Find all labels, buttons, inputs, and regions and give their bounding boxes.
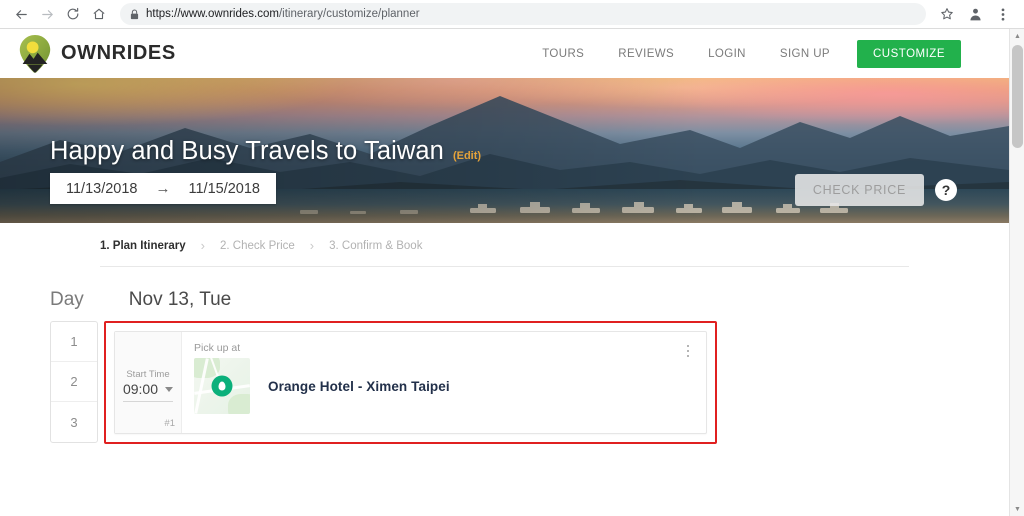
browser-actions xyxy=(934,1,1016,27)
reload-icon[interactable] xyxy=(60,1,86,27)
start-time-label: Start Time xyxy=(126,369,170,380)
map-thumbnail-icon[interactable] xyxy=(194,358,250,414)
url-path: /itinerary/customize/planner xyxy=(278,8,420,20)
brand-logo-link[interactable]: OWNRIDES xyxy=(18,34,176,73)
start-time-value[interactable]: 09:00 xyxy=(123,381,158,397)
stop-sequence-number: #1 xyxy=(164,418,175,429)
itinerary-planner: 1 2 3 Start Time 09:00 #1 Pick up at Ora… xyxy=(0,321,1009,444)
pickup-place-row: Orange Hotel - Ximen Taipei xyxy=(194,358,692,414)
chevron-right-icon: › xyxy=(309,238,315,253)
scrollbar-thumb[interactable] xyxy=(1012,45,1023,148)
hero-actions: CHECK PRICE ? xyxy=(794,174,957,206)
step-plan-itinerary[interactable]: 1. Plan Itinerary xyxy=(100,240,186,252)
nav-link-login[interactable]: LOGIN xyxy=(691,48,763,60)
chevron-right-icon: › xyxy=(200,238,205,253)
home-icon[interactable] xyxy=(86,1,112,27)
day-selector: 1 2 3 xyxy=(50,321,98,443)
date-range-arrow-icon: → xyxy=(155,180,171,197)
brand-name: OWNRIDES xyxy=(61,42,176,64)
location-pin-icon xyxy=(211,375,233,397)
step-confirm-book[interactable]: 3. Confirm & Book xyxy=(329,240,422,252)
trip-date-range[interactable]: 11/13/2018 → 11/15/2018 xyxy=(50,173,276,204)
day-date: Nov 13, Tue xyxy=(128,289,232,310)
kebab-menu-icon[interactable] xyxy=(680,341,696,361)
lock-icon xyxy=(130,9,139,20)
customize-button[interactable]: CUSTOMIZE xyxy=(856,39,961,68)
scroll-up-arrow-icon[interactable]: ▲ xyxy=(1010,29,1024,43)
day-cell-2[interactable]: 2 xyxy=(51,362,97,402)
nav-link-tours[interactable]: TOURS xyxy=(525,48,601,60)
trip-end-date[interactable]: 11/15/2018 xyxy=(189,181,261,197)
hero-banner: Happy and Busy Travels to Taiwan (Edit) … xyxy=(0,78,1009,223)
address-bar[interactable]: https://www.ownrides.com/itinerary/custo… xyxy=(120,3,926,25)
step-check-price[interactable]: 2. Check Price xyxy=(220,240,295,252)
progress-stepper-wrap: 1. Plan Itinerary › 2. Check Price › 3. … xyxy=(0,223,1009,267)
day-cell-1[interactable]: 1 xyxy=(51,322,97,362)
planner-row: 1 2 3 Start Time 09:00 #1 Pick up at Ora… xyxy=(50,321,1009,444)
caret-down-icon[interactable] xyxy=(165,386,174,392)
back-arrow-icon[interactable] xyxy=(8,1,34,27)
day-cell-3[interactable]: 3 xyxy=(51,402,97,442)
help-icon[interactable]: ? xyxy=(935,179,957,201)
star-icon[interactable] xyxy=(934,1,960,27)
profile-avatar-icon[interactable] xyxy=(962,1,988,27)
map-pin-mountain-sun-logo-icon xyxy=(19,34,51,73)
browser-window: https://www.ownrides.com/itinerary/custo… xyxy=(0,0,1024,516)
edit-title-link[interactable]: (Edit) xyxy=(453,150,481,162)
highlight-annotation-box: Start Time 09:00 #1 Pick up at Orange Ho… xyxy=(104,321,717,444)
pickup-at-label: Pick up at xyxy=(194,342,241,354)
scroll-down-arrow-icon[interactable]: ▼ xyxy=(1010,502,1024,516)
day-header: Day Nov 13, Tue xyxy=(0,267,1009,321)
time-underline xyxy=(123,401,173,402)
hero-title-row: Happy and Busy Travels to Taiwan (Edit) xyxy=(50,137,481,166)
check-price-button[interactable]: CHECK PRICE xyxy=(794,174,924,206)
forward-arrow-icon[interactable] xyxy=(34,1,60,27)
site-header: OWNRIDES TOURS REVIEWS LOGIN SIGN UP CUS… xyxy=(0,29,1009,78)
main-navigation: TOURS REVIEWS LOGIN SIGN UP CUSTOMIZE xyxy=(525,39,961,68)
three-dot-menu-icon[interactable] xyxy=(990,1,1016,27)
url-host: https://www.ownrides.com xyxy=(146,8,279,20)
page-title: Happy and Busy Travels to Taiwan xyxy=(50,137,444,165)
pickup-place-name[interactable]: Orange Hotel - Ximen Taipei xyxy=(268,379,450,394)
pickup-card-body: Pick up at Orange Hotel - Ximen Taipei xyxy=(182,332,706,433)
pickup-card: Start Time 09:00 #1 Pick up at Orange Ho… xyxy=(114,331,707,434)
breadcrumb: 1. Plan Itinerary › 2. Check Price › 3. … xyxy=(100,223,909,267)
nav-link-reviews[interactable]: REVIEWS xyxy=(601,48,691,60)
start-time-selector[interactable]: Start Time 09:00 #1 xyxy=(115,332,182,433)
browser-toolbar: https://www.ownrides.com/itinerary/custo… xyxy=(0,0,1024,29)
start-time-value-row[interactable]: 09:00 xyxy=(123,381,174,397)
page-viewport: OWNRIDES TOURS REVIEWS LOGIN SIGN UP CUS… xyxy=(0,29,1009,444)
day-label: Day xyxy=(50,289,84,310)
nav-link-signup[interactable]: SIGN UP xyxy=(763,48,847,60)
trip-start-date[interactable]: 11/13/2018 xyxy=(66,181,138,197)
hero-content: Happy and Busy Travels to Taiwan (Edit) … xyxy=(0,78,1009,223)
page-scrollbar[interactable]: ▲ ▼ xyxy=(1009,29,1024,516)
